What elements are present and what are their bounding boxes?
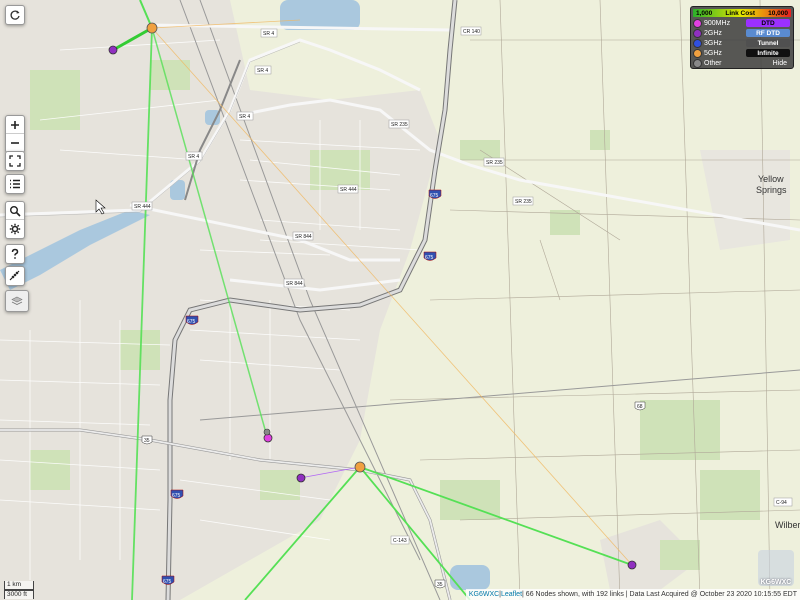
- road-label: SR 235: [486, 160, 503, 166]
- node-list-button[interactable]: [6, 175, 24, 193]
- node-2ghz[interactable]: [296, 473, 306, 483]
- road-label: SR 4: [188, 154, 199, 160]
- band-3ghz: 3GHz: [693, 39, 722, 48]
- ruler-icon: [9, 270, 20, 281]
- search-settings-control: [5, 201, 25, 239]
- leaflet-link[interactable]: Leaflet: [501, 591, 522, 598]
- road-label: SR 4: [263, 31, 274, 37]
- attribution-bar: KG6WXC | Leaflet | 66 Nodes shown, with …: [465, 589, 800, 600]
- radio-3ghz-icon: [693, 39, 702, 48]
- node-2ghz[interactable]: [108, 45, 118, 55]
- road-label: 35: [437, 582, 443, 588]
- layers-icon: [11, 296, 23, 305]
- layers-button[interactable]: [6, 291, 28, 311]
- road-label: 675: [172, 493, 181, 499]
- road-label: SR 235: [515, 199, 532, 205]
- layers-control: [5, 290, 29, 312]
- list-control: [5, 174, 25, 194]
- hide-legend-link[interactable]: Hide: [773, 60, 787, 67]
- minus-icon: [11, 142, 19, 144]
- node-900mhz[interactable]: [263, 433, 273, 443]
- search-button[interactable]: [6, 202, 24, 220]
- refresh-icon: [10, 10, 20, 20]
- settings-button[interactable]: [6, 220, 24, 238]
- radio-900mhz-icon: [693, 19, 702, 28]
- gear-icon: [9, 223, 21, 235]
- measure-button[interactable]: [6, 267, 24, 285]
- road-label: SR 235: [391, 122, 408, 128]
- node-5ghz[interactable]: [354, 461, 366, 473]
- road-label: SR 444: [340, 187, 357, 193]
- refresh-button[interactable]: [6, 6, 24, 24]
- logo-text: KG6WXC: [760, 579, 792, 586]
- radio-5ghz-icon: [693, 49, 702, 58]
- type-tunnel: Tunnel: [746, 39, 790, 47]
- road-label: SR 4: [239, 114, 250, 120]
- fullscreen-control: [5, 151, 25, 171]
- node-2ghz[interactable]: [627, 560, 637, 570]
- list-icon: [10, 179, 20, 189]
- band-other: Other: [693, 59, 722, 68]
- refresh-control: [5, 5, 25, 25]
- cost-label: Link Cost: [725, 9, 755, 17]
- band-2ghz: 2GHz: [693, 29, 722, 38]
- node-other[interactable]: [263, 428, 271, 436]
- node-5ghz[interactable]: [146, 22, 158, 34]
- road-label: SR 844: [286, 281, 303, 287]
- kg6wxc-logo: KG6WXC: [758, 550, 794, 586]
- band-900mhz: 900MHz: [693, 19, 730, 28]
- town-label-wilber: Wilber: [775, 520, 800, 530]
- road-label: 675: [187, 319, 196, 325]
- radio-other-icon: [693, 59, 702, 68]
- search-icon: [10, 205, 21, 217]
- plus-icon: [11, 120, 19, 129]
- help-control: [5, 244, 25, 264]
- help-button[interactable]: [6, 245, 24, 263]
- road-label: 675: [425, 255, 434, 261]
- zoom-in-button[interactable]: [6, 116, 24, 134]
- road-label: C-143: [393, 538, 407, 544]
- road-label: 68: [637, 404, 643, 410]
- road-label: 675: [163, 579, 172, 585]
- road-label: 675: [430, 193, 439, 199]
- scale-metric: 1 km: [4, 581, 34, 590]
- road-label: SR 844: [295, 234, 312, 240]
- type-dtd: DTD: [746, 19, 790, 27]
- attribution-summary: | 66 Nodes shown, with 192 links | Data …: [522, 591, 797, 598]
- map-canvas[interactable]: SR 4 SR 4 SR 4 SR 4 CR 140 SR 235 SR 235…: [0, 0, 800, 600]
- zoom-out-button[interactable]: [6, 134, 24, 152]
- type-rf-dtd: RF DTD: [746, 29, 790, 37]
- road-label: C-94: [776, 500, 787, 506]
- town-label-yellow: Yellow: [758, 174, 784, 184]
- measure-control: [5, 266, 25, 286]
- fullscreen-icon: [9, 155, 21, 167]
- question-icon: [11, 248, 19, 259]
- link-cost-bar: 1,000 Link Cost 10,000: [693, 9, 791, 17]
- zoom-control: [5, 115, 25, 153]
- type-infinite: Infinite: [746, 49, 790, 57]
- fullscreen-button[interactable]: [6, 152, 24, 170]
- radio-2ghz-icon: [693, 29, 702, 38]
- legend-panel: 1,000 Link Cost 10,000 900MHz 2GHz 3GHz …: [690, 6, 794, 69]
- author-link[interactable]: KG6WXC: [469, 591, 499, 598]
- road-label: SR 4: [257, 68, 268, 74]
- scale-imperial: 3000 ft: [4, 590, 34, 599]
- road-label: 35: [144, 438, 150, 444]
- cost-min: 1,000: [696, 9, 713, 17]
- band-5ghz: 5GHz: [693, 49, 722, 58]
- cost-max: 10,000: [768, 9, 788, 17]
- road-label: CR 140: [463, 29, 480, 35]
- town-label-springs: Springs: [756, 185, 787, 195]
- road-label: SR 444: [134, 204, 151, 210]
